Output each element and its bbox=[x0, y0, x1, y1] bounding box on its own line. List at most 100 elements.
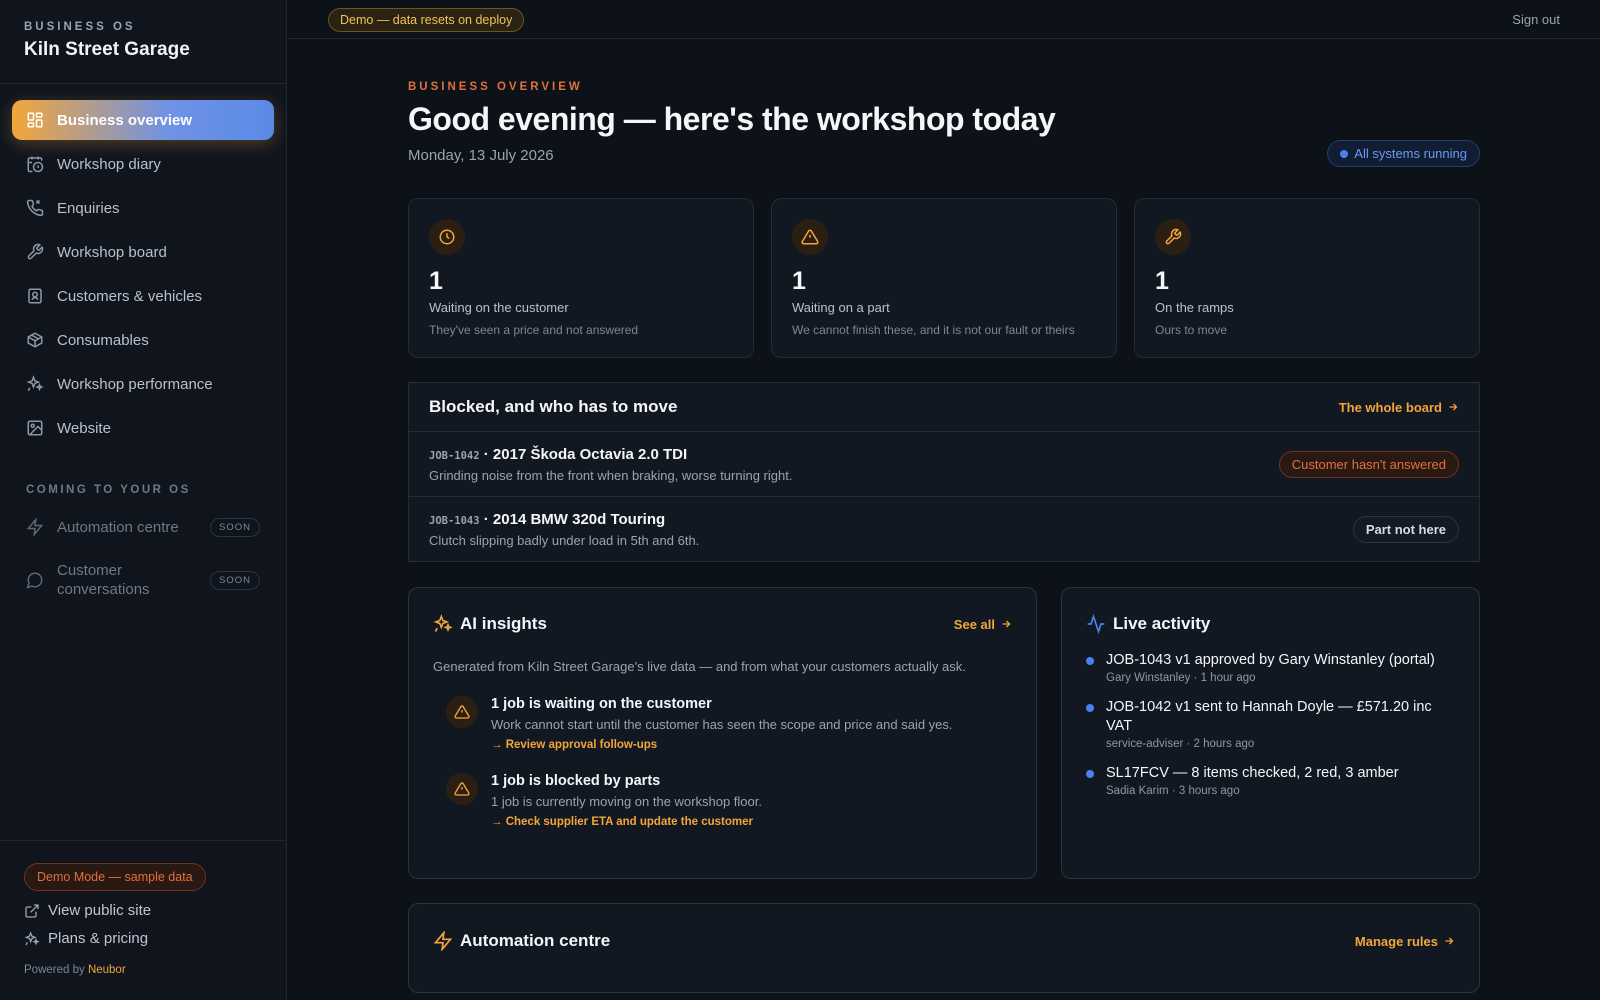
clock-icon bbox=[429, 219, 465, 255]
sidebar-item-customers-vehicles[interactable]: Customers & vehicles bbox=[12, 276, 274, 316]
activity-meta: service-adviser · 2 hours ago bbox=[1106, 738, 1255, 750]
sidebar-item-label: Consumables bbox=[57, 331, 149, 349]
whole-board-label: The whole board bbox=[1338, 399, 1442, 415]
sidebar-item-label: Customers & vehicles bbox=[57, 287, 203, 305]
activity-content: JOB-1042 v1 sent to Hannah Doyle — £571.… bbox=[1106, 698, 1455, 750]
activity-pulse-icon bbox=[1087, 614, 1105, 634]
image-icon bbox=[27, 420, 43, 436]
stat-value: 1 bbox=[429, 267, 443, 295]
manage-rules-label: Manage rules bbox=[1354, 933, 1438, 949]
stat-value: 1 bbox=[792, 267, 806, 295]
sidebar-footer: Demo Mode — sample data View public site… bbox=[0, 840, 287, 1000]
activity-title: SL17FCV — 8 items checked, 2 red, 3 ambe… bbox=[1106, 765, 1399, 781]
sidebar-nav: Business overview Workshop diary Enquiri… bbox=[0, 84, 286, 448]
blocked-row[interactable]: JOB-1043 · 2014 BMW 320d Touring Clutch … bbox=[409, 497, 1479, 562]
insight-title: 1 job is blocked by parts bbox=[491, 773, 661, 789]
sidebar-item-consumables[interactable]: Consumables bbox=[12, 320, 274, 360]
insight-item: 1 job is blocked by parts 1 job is curre… bbox=[433, 773, 1012, 828]
grid-icon bbox=[27, 112, 43, 128]
sidebar-item-enquiries[interactable]: Enquiries bbox=[12, 188, 274, 228]
brand-kicker: BUSINESS OS bbox=[24, 21, 136, 33]
blocked-row[interactable]: JOB-1042 · 2017 Škoda Octavia 2.0 TDI Gr… bbox=[409, 432, 1479, 497]
status-dot-icon bbox=[1340, 149, 1349, 158]
live-activity-title: Live activity bbox=[1113, 614, 1211, 633]
powered-by-brand-link[interactable]: Neubor bbox=[88, 964, 126, 976]
sidebar-item-workshop-diary[interactable]: Workshop diary bbox=[12, 144, 274, 184]
automation-header: Automation centre Manage rules bbox=[433, 904, 1455, 978]
job-id: JOB-1042 bbox=[429, 449, 480, 462]
activity-dot-icon bbox=[1086, 770, 1094, 778]
sidebar-item-label: Customer conversations bbox=[57, 562, 150, 598]
status-badge: Customer hasn't answered bbox=[1278, 450, 1459, 478]
soon-badge: SOON bbox=[210, 570, 260, 590]
ai-insights-card: AI insights See all Generated from Kiln … bbox=[408, 587, 1037, 879]
vehicle-name: · 2017 Škoda Octavia 2.0 TDI bbox=[483, 445, 688, 463]
stat-label: Waiting on the customer bbox=[429, 300, 569, 315]
view-public-site-label: View public site bbox=[48, 902, 152, 919]
external-link-icon bbox=[25, 903, 39, 918]
sidebar-item-label: Workshop performance bbox=[57, 375, 213, 393]
activity-content: SL17FCV — 8 items checked, 2 red, 3 ambe… bbox=[1106, 764, 1399, 797]
sign-out-button[interactable]: Sign out bbox=[1512, 12, 1560, 27]
stat-card-waiting-customer[interactable]: 1 Waiting on the customer They've seen a… bbox=[408, 198, 754, 358]
sidebar-item-business-overview[interactable]: Business overview bbox=[12, 100, 274, 140]
sidebar-item-workshop-board[interactable]: Workshop board bbox=[12, 232, 274, 272]
sparkles-icon bbox=[24, 930, 40, 945]
insight-body: 1 job is currently moving on the worksho… bbox=[491, 794, 762, 809]
manage-rules-link[interactable]: Manage rules bbox=[1355, 934, 1455, 949]
insight-action-link[interactable]: → Check supplier ETA and update the cust… bbox=[491, 816, 762, 828]
calendar-clock-icon bbox=[27, 156, 44, 173]
warning-icon bbox=[792, 219, 828, 255]
activity-meta: Gary Winstanley · 1 hour ago bbox=[1106, 672, 1256, 684]
automation-title: Automation centre bbox=[460, 931, 611, 950]
phone-icon bbox=[26, 199, 44, 217]
lightning-icon bbox=[433, 931, 453, 951]
insight-action-link[interactable]: → Review approval follow-ups bbox=[491, 739, 953, 751]
activity-dot-icon bbox=[1086, 704, 1094, 712]
activity-content: JOB-1043 v1 approved by Gary Winstanley … bbox=[1106, 651, 1435, 684]
ai-insights-title: AI insights bbox=[460, 614, 547, 633]
blocked-title: Blocked, and who has to move bbox=[429, 397, 678, 416]
arrow-right-icon bbox=[1002, 620, 1011, 628]
sparkles-icon bbox=[433, 614, 453, 632]
sidebar-item-label: Automation centre bbox=[57, 518, 179, 536]
chat-bubble-icon bbox=[26, 572, 43, 589]
sidebar-item-website[interactable]: Website bbox=[12, 408, 274, 448]
see-all-label: See all bbox=[953, 616, 995, 632]
id-badge-icon bbox=[28, 288, 42, 304]
stat-card-waiting-part[interactable]: 1 Waiting on a part We cannot finish the… bbox=[771, 198, 1117, 358]
powered-by-prefix: Powered by bbox=[24, 964, 85, 976]
plans-pricing-link[interactable]: Plans & pricing bbox=[24, 930, 263, 947]
page-date: Monday, 13 July 2026 bbox=[408, 147, 554, 164]
demo-banner: Demo — data resets on deploy bbox=[328, 8, 525, 32]
vehicle-name: · 2014 BMW 320d Touring bbox=[483, 511, 666, 528]
insight-content: 1 job is blocked by parts 1 job is curre… bbox=[491, 773, 762, 828]
activity-dot-icon bbox=[1086, 657, 1094, 665]
plans-pricing-label: Plans & pricing bbox=[48, 930, 149, 947]
job-title: JOB-1042 · 2017 Škoda Octavia 2.0 TDI bbox=[429, 446, 1279, 463]
activity-item: JOB-1043 v1 approved by Gary Winstanley … bbox=[1086, 651, 1455, 684]
topbar: Demo — data resets on deploy Sign out bbox=[288, 0, 1600, 39]
brand-name[interactable]: Kiln Street Garage bbox=[24, 39, 262, 61]
powered-by: Powered by Neubor bbox=[24, 964, 263, 976]
activity-title: JOB-1042 v1 sent to Hannah Doyle — £571.… bbox=[1106, 699, 1432, 734]
soon-badge: SOON bbox=[210, 517, 260, 537]
blocked-header: Blocked, and who has to move The whole b… bbox=[409, 383, 1479, 432]
see-all-link[interactable]: See all bbox=[954, 617, 1012, 632]
warning-icon bbox=[446, 696, 478, 728]
whole-board-link[interactable]: The whole board bbox=[1339, 400, 1459, 415]
stat-card-on-ramps[interactable]: 1 On the ramps Ours to move bbox=[1134, 198, 1480, 358]
job-title: JOB-1043 · 2014 BMW 320d Touring bbox=[429, 511, 1353, 528]
view-public-site-link[interactable]: View public site bbox=[24, 902, 263, 919]
job-description: Grinding noise from the front when braki… bbox=[429, 467, 793, 483]
ai-insights-intro: Generated from Kiln Street Garage's live… bbox=[433, 659, 966, 674]
ai-insights-header: AI insights See all bbox=[433, 588, 1012, 660]
sidebar-item-label: Website bbox=[57, 419, 111, 437]
job-id: JOB-1043 bbox=[429, 515, 480, 527]
activity-list: JOB-1043 v1 approved by Gary Winstanley … bbox=[1086, 651, 1455, 797]
activity-item: JOB-1042 v1 sent to Hannah Doyle — £571.… bbox=[1086, 698, 1455, 750]
arrow-right-icon bbox=[1449, 403, 1458, 411]
sidebar-item-workshop-performance[interactable]: Workshop performance bbox=[12, 364, 274, 404]
arrow-right-icon bbox=[1445, 937, 1454, 945]
sidebar-item-label: Business overview bbox=[57, 111, 193, 129]
